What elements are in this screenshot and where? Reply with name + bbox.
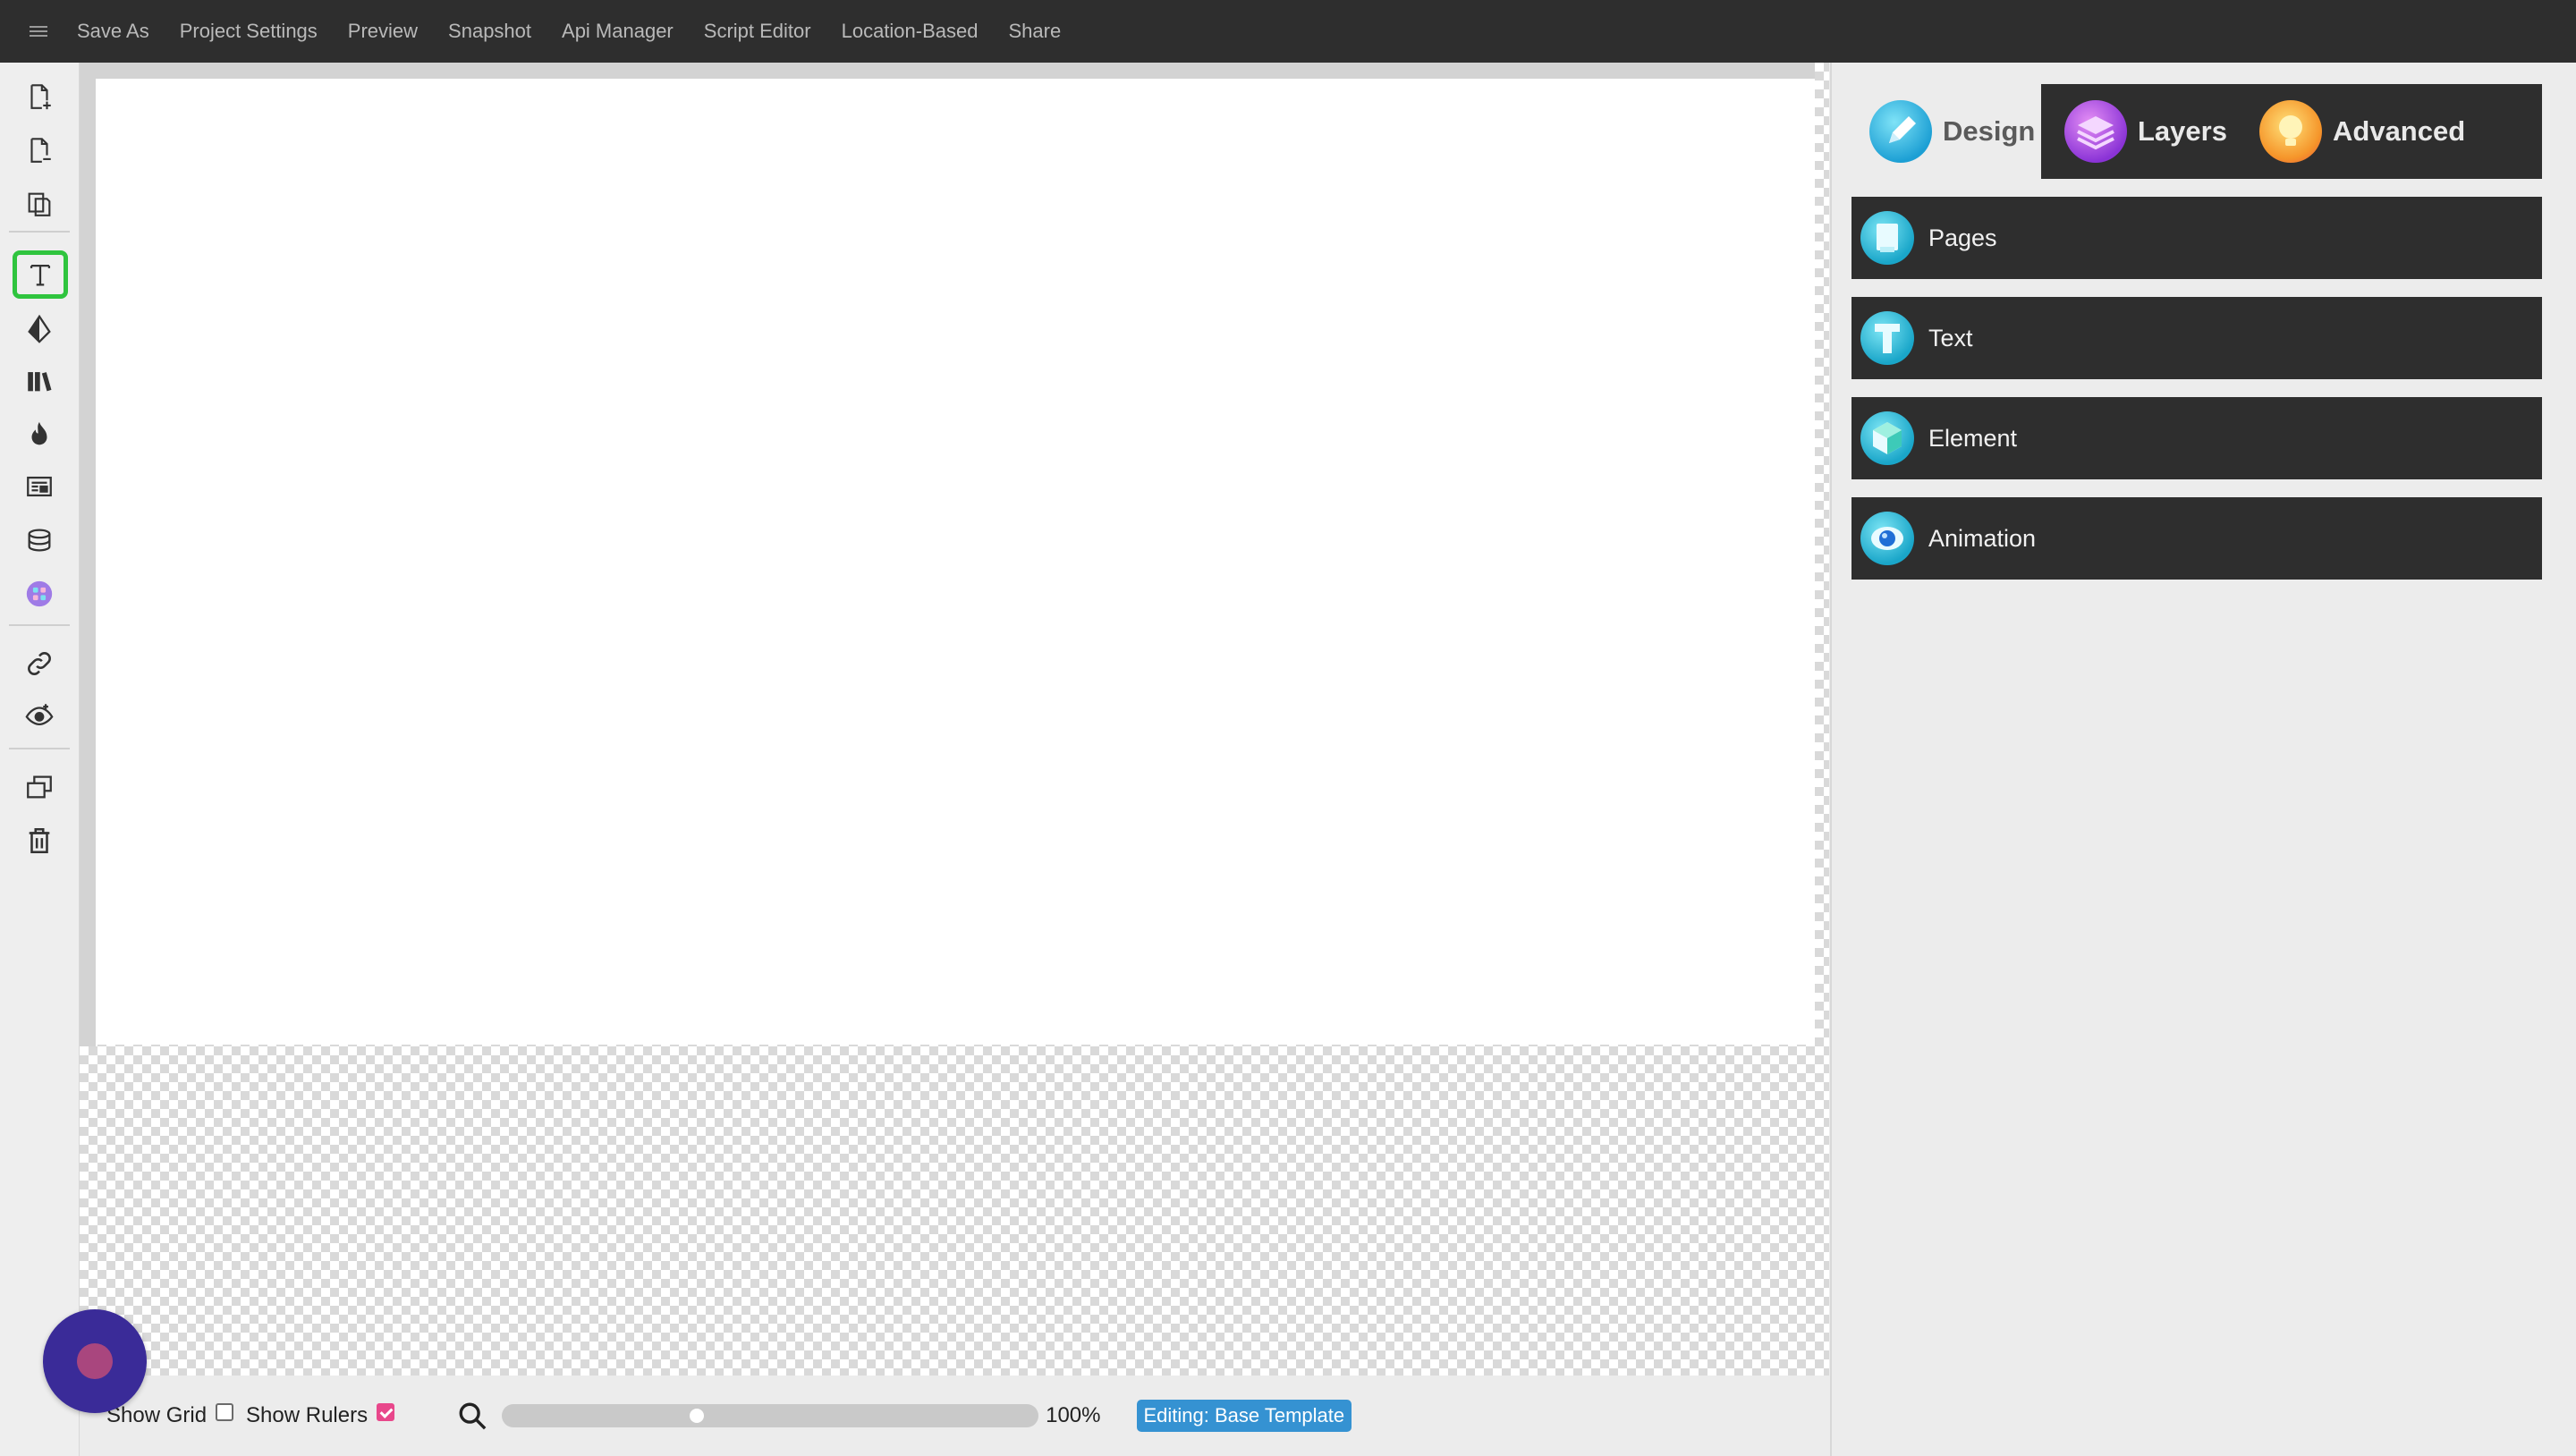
section-animation[interactable]: Animation: [1852, 497, 2542, 580]
section-element-label: Element: [1928, 424, 2018, 452]
menu-project-settings[interactable]: Project Settings: [180, 20, 318, 43]
menu-preview[interactable]: Preview: [348, 20, 418, 43]
zoom-level: 100%: [1046, 1403, 1101, 1427]
section-element[interactable]: Element: [1852, 397, 2542, 479]
lightbulb-icon: [2259, 100, 2322, 163]
library-icon[interactable]: [20, 361, 59, 401]
tab-layers[interactable]: Layers: [2041, 84, 2240, 179]
section-pages[interactable]: Pages: [1852, 197, 2542, 279]
menu-api-manager[interactable]: Api Manager: [562, 20, 674, 43]
tab-design-label: Design: [1943, 115, 2036, 147]
tab-advanced[interactable]: Advanced: [2240, 84, 2542, 179]
canvas-workspace[interactable]: [80, 63, 1829, 1376]
show-grid-label: Show Grid: [106, 1403, 208, 1427]
pages-icon: [1860, 211, 1914, 265]
editing-badge: Editing: Base Template: [1136, 1400, 1352, 1432]
preview-eye-icon[interactable]: [20, 696, 59, 735]
zoom-icon[interactable]: [457, 1401, 487, 1431]
shape-tool-icon[interactable]: [20, 309, 59, 349]
fab-dot-icon: [77, 1343, 113, 1379]
animation-icon: [1860, 512, 1914, 565]
bottom-bar: Show Grid Show Rulers 100% Editing: Base…: [80, 1376, 1829, 1456]
fire-icon[interactable]: [20, 415, 59, 454]
right-panel: Design Layers Advanced Pages Text Elemen…: [1830, 63, 2576, 1456]
database-icon[interactable]: [20, 521, 59, 560]
hamburger-menu-icon[interactable]: [0, 0, 77, 63]
link-icon[interactable]: [20, 644, 59, 683]
section-pages-label: Pages: [1928, 224, 1997, 251]
ruler-horizontal: [80, 63, 1815, 79]
ruler-vertical: [80, 63, 96, 1046]
zoom-slider-knob[interactable]: [690, 1409, 705, 1423]
copy-icon[interactable]: [20, 767, 59, 807]
main-menu: Save As Project Settings Preview Snapsho…: [77, 20, 1091, 43]
zoom-slider[interactable]: [502, 1404, 1039, 1427]
panel-tabs: Design Layers Advanced: [1853, 84, 2542, 179]
section-text[interactable]: Text: [1852, 297, 2542, 379]
form-icon[interactable]: [20, 467, 59, 506]
show-rulers-checkbox[interactable]: [377, 1403, 395, 1421]
text-tool-icon[interactable]: [13, 250, 68, 299]
element-icon: [1860, 411, 1914, 465]
canvas-page[interactable]: [96, 79, 1815, 1045]
section-animation-label: Animation: [1928, 524, 2037, 552]
menu-save-as[interactable]: Save As: [77, 20, 149, 43]
menu-share[interactable]: Share: [1008, 20, 1061, 43]
floating-action-button[interactable]: [43, 1309, 147, 1413]
section-text-label: Text: [1928, 324, 1973, 351]
menu-location-based[interactable]: Location-Based: [842, 20, 979, 43]
tab-advanced-label: Advanced: [2333, 115, 2466, 147]
show-grid-checkbox[interactable]: [216, 1403, 234, 1421]
pencil-icon: [1869, 100, 1932, 163]
top-menu-bar: Save As Project Settings Preview Snapsho…: [0, 0, 2576, 63]
apps-icon[interactable]: [20, 574, 59, 614]
duplicate-page-icon[interactable]: [20, 184, 59, 224]
layers-icon: [2064, 100, 2127, 163]
menu-script-editor[interactable]: Script Editor: [704, 20, 811, 43]
delete-icon[interactable]: [20, 821, 59, 860]
remove-page-icon[interactable]: [20, 131, 59, 170]
add-page-icon[interactable]: [20, 77, 59, 116]
show-rulers-label: Show Rulers: [246, 1403, 369, 1427]
left-toolbar: [0, 63, 80, 1456]
tab-design[interactable]: Design: [1853, 84, 2041, 179]
text-icon: [1860, 311, 1914, 365]
tab-layers-label: Layers: [2138, 115, 2227, 147]
menu-snapshot[interactable]: Snapshot: [448, 20, 531, 43]
